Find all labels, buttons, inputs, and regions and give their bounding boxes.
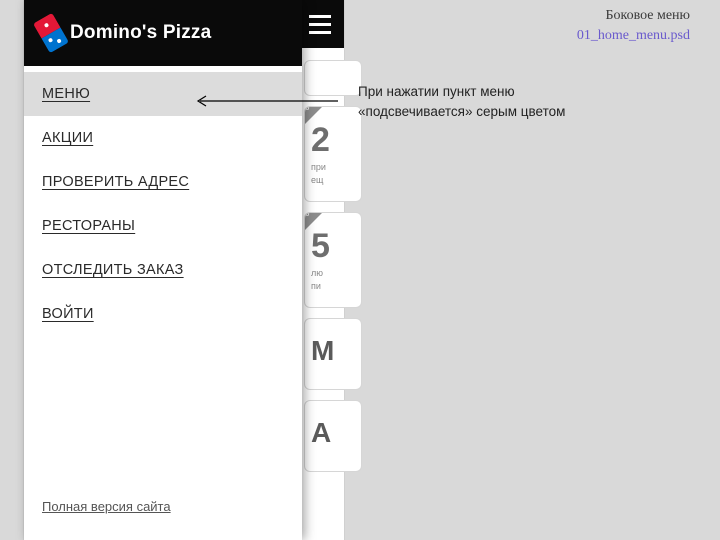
page-title: Боковое меню xyxy=(577,6,690,26)
annotation-text: При нажатии пункт меню «подсвечивается» … xyxy=(358,82,618,121)
promo1-line1: при xyxy=(311,162,355,173)
device-frame: 2 при ещ 5 лю пи M А Domino's Pizza xyxy=(24,0,344,540)
hamburger-icon[interactable] xyxy=(306,10,334,38)
sidebar-item-label: ПРОВЕРИТЬ АДРЕС xyxy=(42,174,189,190)
bg-card-promo2: 5 лю пи xyxy=(304,212,362,308)
bg-card-promo1: 2 при ещ xyxy=(304,106,362,202)
brand-name: Domino's Pizza xyxy=(70,22,211,44)
sidebar-item-menu[interactable]: МЕНЮ xyxy=(24,72,302,116)
background-cards: 2 при ещ 5 лю пи M А xyxy=(304,60,362,472)
promo2-number: 5 xyxy=(311,227,355,266)
sidebar-item-login[interactable]: ВОЙТИ xyxy=(24,292,302,336)
sidebar-item-check-address[interactable]: ПРОВЕРИТЬ АДРЕС xyxy=(24,160,302,204)
full-site-label: Полная версия сайта xyxy=(42,499,171,514)
promo1-line2: ещ xyxy=(311,175,355,186)
bg-card-tile2: А xyxy=(304,400,362,472)
tile1-letter: M xyxy=(311,335,355,367)
sidebar-item-label: МЕНЮ xyxy=(42,86,90,102)
sidebar-item-track-order[interactable]: ОТСЛЕДИТЬ ЗАКАЗ xyxy=(24,248,302,292)
drawer-header: Domino's Pizza xyxy=(24,0,302,66)
sidebar-item-restaurants[interactable]: РЕСТОРАНЫ xyxy=(24,204,302,248)
sidebar-item-label: ВОЙТИ xyxy=(42,306,94,322)
sidebar-item-label: АКЦИИ xyxy=(42,130,93,146)
domino-icon xyxy=(33,13,69,53)
sidebar-item-label: ОТСЛЕДИТЬ ЗАКАЗ xyxy=(42,262,184,278)
promo1-number: 2 xyxy=(311,121,355,160)
page-label: Боковое меню 01_home_menu.psd xyxy=(577,6,690,45)
sidebar-item-label: РЕСТОРАНЫ xyxy=(42,218,135,234)
bg-card-top xyxy=(304,60,362,96)
sidebar-menu: МЕНЮ АКЦИИ ПРОВЕРИТЬ АДРЕС РЕСТОРАНЫ ОТС… xyxy=(24,66,302,336)
bg-card-tile1: M xyxy=(304,318,362,390)
sidebar-item-promos[interactable]: АКЦИИ xyxy=(24,116,302,160)
tile2-letter: А xyxy=(311,417,355,449)
brand-logo[interactable]: Domino's Pizza xyxy=(40,16,211,50)
page-filename: 01_home_menu.psd xyxy=(577,26,690,46)
promo2-line1: лю xyxy=(311,268,355,279)
full-site-link[interactable]: Полная версия сайта xyxy=(24,499,302,540)
side-drawer: Domino's Pizza МЕНЮ АКЦИИ ПРОВЕРИТЬ АДРЕ… xyxy=(24,0,302,540)
promo2-line2: пи xyxy=(311,281,355,292)
